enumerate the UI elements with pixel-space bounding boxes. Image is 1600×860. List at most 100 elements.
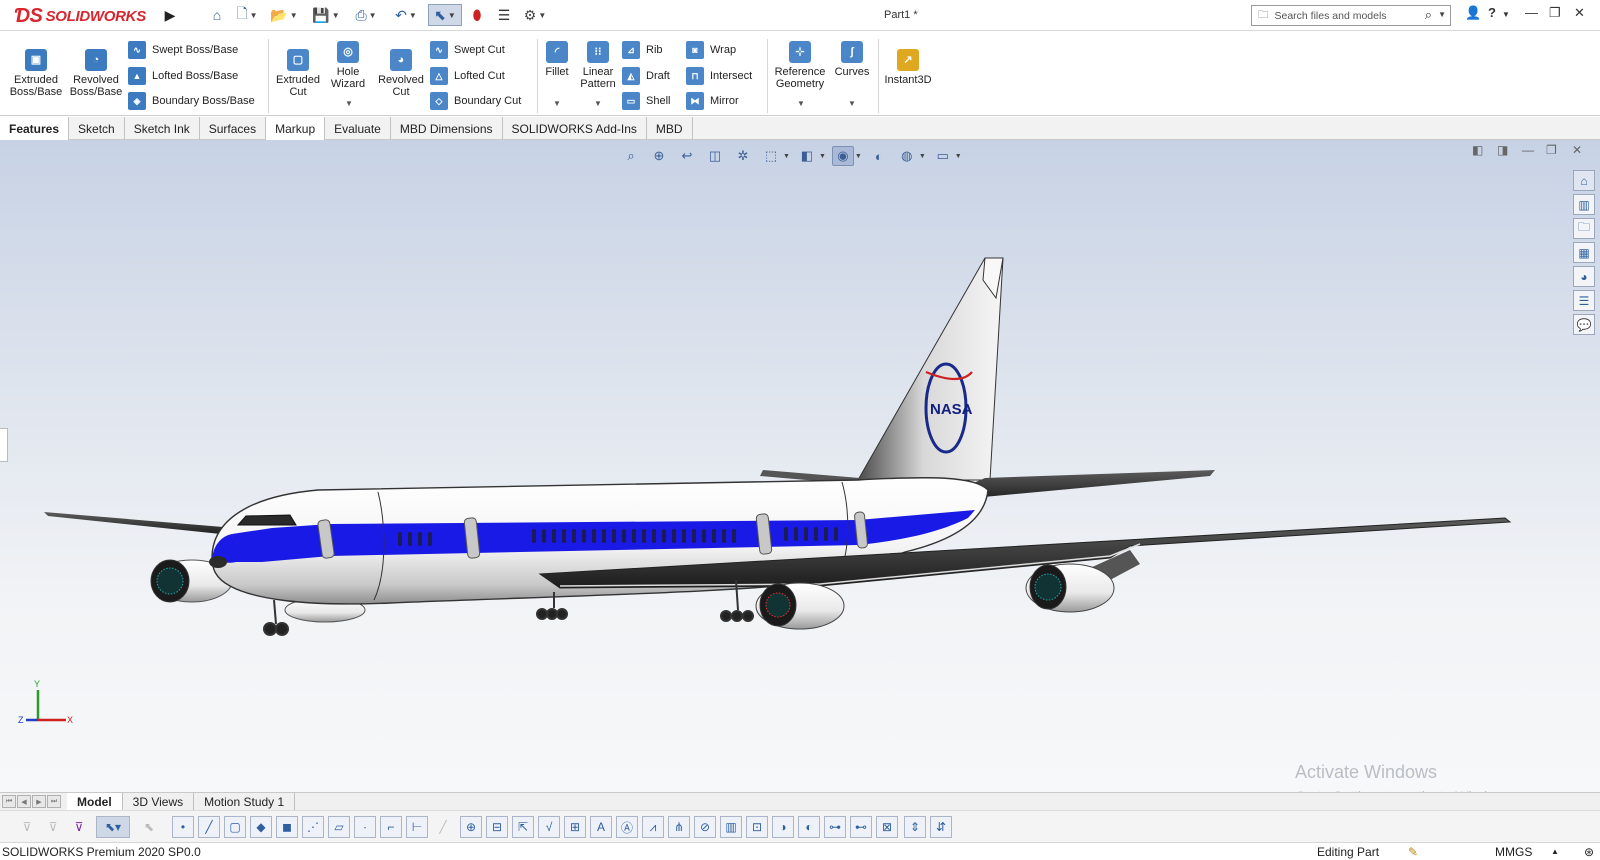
filter-sketch-segments-icon[interactable]: ⌐: [380, 816, 402, 838]
hole-wizard-button[interactable]: ◎ Hole Wizard: [322, 41, 374, 90]
tab-sketch-ink[interactable]: Sketch Ink: [125, 117, 200, 140]
open-icon[interactable]: 📂 ▼: [268, 4, 300, 26]
hole-wizard-dropdown-icon[interactable]: ▼: [345, 99, 353, 108]
swept-boss-button[interactable]: ∿ Swept Boss/Base: [128, 41, 238, 59]
curves-dropdown-icon[interactable]: ▼: [848, 99, 856, 108]
tab-markup[interactable]: Markup: [266, 117, 326, 140]
filter-datum-targets-icon[interactable]: ⊘: [694, 816, 716, 838]
filter-routing-points-icon[interactable]: ⊶: [824, 816, 846, 838]
filter-edges-icon[interactable]: ╱: [198, 816, 220, 838]
tab-mbd-dimensions[interactable]: MBD Dimensions: [391, 117, 503, 140]
units-dropdown-icon[interactable]: ▲: [1551, 847, 1559, 856]
tab-solidworks-add-ins[interactable]: SOLIDWORKS Add-Ins: [503, 117, 647, 140]
lofted-boss-button[interactable]: ▲ Lofted Boss/Base: [128, 67, 238, 85]
filter-center-marks-icon[interactable]: ⊕: [460, 816, 482, 838]
filter-midpoints-icon[interactable]: ⊢: [406, 816, 428, 838]
home-icon[interactable]: ⌂: [206, 4, 228, 26]
filter-blocks-icon[interactable]: ⊡: [746, 816, 768, 838]
filter-solid-bodies-icon[interactable]: ◼: [276, 816, 298, 838]
filter-weld-symbols-icon[interactable]: ⩘: [642, 816, 664, 838]
rib-button[interactable]: ⊿ Rib: [622, 41, 663, 59]
undo-icon[interactable]: ↶ ▼: [390, 4, 422, 26]
fillet-dropdown-icon[interactable]: ▼: [553, 99, 561, 108]
lofted-cut-button[interactable]: △ Lofted Cut: [430, 67, 505, 85]
filter-cosmetic-welds-icon[interactable]: ⊠: [876, 816, 898, 838]
mirror-button[interactable]: ⧓ Mirror: [686, 92, 739, 110]
linear-pattern-button[interactable]: ⁝⁝ Linear Pattern: [576, 41, 620, 90]
filter-extra-2-icon[interactable]: ⇵: [930, 816, 952, 838]
filter-connection-points-icon[interactable]: ◐: [798, 816, 820, 838]
rebuild-status-icon[interactable]: ✎: [1408, 845, 1418, 859]
revolved-boss-button[interactable]: ◔ Revolved Boss/Base: [66, 49, 126, 98]
help-dropdown-icon[interactable]: ▼: [1502, 10, 1510, 19]
intersect-button[interactable]: ⊓ Intersect: [686, 67, 752, 85]
solidworks-logo[interactable]: ƊS SOLIDWORKS: [14, 1, 146, 31]
extruded-boss-button[interactable]: ▣ Extruded Boss/Base: [6, 49, 66, 98]
filter-icon[interactable]: ⊽: [16, 816, 38, 838]
curves-button[interactable]: ʃ Curves: [832, 41, 872, 78]
fillet-button[interactable]: ◜ Fillet: [540, 41, 574, 78]
tab-evaluate[interactable]: Evaluate: [325, 117, 391, 140]
select-icon[interactable]: ⬉ ▼: [428, 4, 462, 26]
filter-axes-icon[interactable]: ⋰: [302, 816, 324, 838]
filter-notes-icon[interactable]: A: [590, 816, 612, 838]
file-properties-icon[interactable]: ☰: [494, 4, 514, 26]
filter-vertices-icon[interactable]: •: [172, 816, 194, 838]
draft-button[interactable]: ◭ Draft: [622, 67, 670, 85]
restore-icon[interactable]: ❐: [1549, 5, 1561, 21]
airplane-model[interactable]: NASA: [0, 140, 1600, 792]
filter-surface-bodies-icon[interactable]: ◆: [250, 816, 272, 838]
filter-surface-finish-icon[interactable]: √: [538, 816, 560, 838]
first-tab-icon[interactable]: ⏮: [2, 795, 16, 808]
search-input[interactable]: 🗀 Search files and models ⌕ ▼: [1251, 5, 1451, 26]
tab-model[interactable]: Model: [67, 792, 123, 811]
unit-system[interactable]: MMGS: [1495, 845, 1532, 859]
save-icon[interactable]: 💾 ▼: [310, 4, 342, 26]
filter-dowel-pins-icon[interactable]: ◑: [772, 816, 794, 838]
tab-3d-views[interactable]: 3D Views: [123, 792, 195, 811]
reference-geometry-dropdown-icon[interactable]: ▼: [797, 99, 805, 108]
filter-sketch-points-icon[interactable]: ∙: [354, 816, 376, 838]
search-icon[interactable]: ⌕: [1425, 7, 1432, 23]
tab-sketch[interactable]: Sketch: [69, 117, 125, 140]
reference-geometry-button[interactable]: ⊹ Reference Geometry: [771, 41, 829, 90]
tab-surfaces[interactable]: Surfaces: [200, 117, 267, 140]
graphics-area[interactable]: ⌕ ⊕ ↩ ◫ ✲ ⬚ ▼ ◧ ▼ ◉ ▼ ◐ ◍ ▼ ▭ ▼ ◧ ◨ — ❐ ✕ ⌂ ▥…: [0, 140, 1600, 804]
filter-geometric-tolerance-icon[interactable]: ⊞: [564, 816, 586, 838]
help-icon[interactable]: ?: [1488, 5, 1496, 20]
filter-extra-1-icon[interactable]: ⇕: [904, 816, 926, 838]
wrap-button[interactable]: ◙ Wrap: [686, 41, 736, 59]
next-tab-icon[interactable]: ▶: [32, 795, 46, 808]
extruded-cut-button[interactable]: ▢ Extruded Cut: [270, 49, 326, 98]
options-icon[interactable]: ⚙ ▼: [520, 4, 550, 26]
shell-button[interactable]: ▭ Shell: [622, 92, 670, 110]
menu-expand-icon[interactable]: ▶: [164, 4, 176, 26]
select-other-icon[interactable]: ⬉: [138, 816, 160, 838]
print-icon[interactable]: ⎙ ▼: [350, 4, 382, 26]
linear-pattern-dropdown-icon[interactable]: ▼: [594, 99, 602, 108]
filter-disabled-icon[interactable]: ╱: [432, 816, 454, 838]
filter-clear-icon[interactable]: ⊽: [42, 816, 64, 838]
tab-features[interactable]: Features: [0, 117, 70, 140]
filter-centerline-icon[interactable]: ⊟: [486, 816, 508, 838]
filter-cosmetic-threads-icon[interactable]: ▥: [720, 816, 742, 838]
filter-planes-icon[interactable]: ▱: [328, 816, 350, 838]
boundary-cut-button[interactable]: ◇ Boundary Cut: [430, 92, 521, 110]
minimize-icon[interactable]: —: [1525, 5, 1538, 20]
filter-toggle-icon[interactable]: ⊽: [68, 816, 90, 838]
filter-weld-beads-icon[interactable]: ⋔: [668, 816, 690, 838]
last-tab-icon[interactable]: ⏭: [47, 795, 61, 808]
filter-mid-surfaces-icon[interactable]: ⊷: [850, 816, 872, 838]
rebuild-icon[interactable]: ⬮: [470, 4, 484, 26]
instant3d-button[interactable]: ↗ Instant3D: [880, 49, 936, 86]
tab-motion-study-1[interactable]: Motion Study 1: [194, 792, 296, 811]
filter-faces-icon[interactable]: ▢: [224, 816, 246, 838]
search-dropdown-icon[interactable]: ▼: [1438, 10, 1446, 19]
boundary-boss-button[interactable]: ◈ Boundary Boss/Base: [128, 92, 255, 110]
new-document-icon[interactable]: 🗋 ▼: [232, 4, 262, 26]
tab-mbd[interactable]: MBD: [647, 117, 693, 140]
filter-balloons-icon[interactable]: Ⓐ: [616, 816, 638, 838]
tooltip-toggle-icon[interactable]: ⊛: [1584, 845, 1594, 859]
user-icon[interactable]: 👤: [1465, 5, 1481, 21]
close-icon[interactable]: ✕: [1574, 5, 1585, 21]
